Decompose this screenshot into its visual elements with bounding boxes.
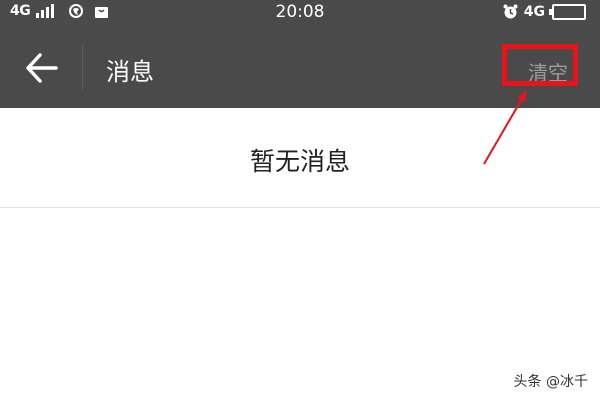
arrow-left-icon bbox=[26, 53, 58, 83]
annotation-highlight-box bbox=[502, 44, 578, 86]
nav-divider bbox=[82, 44, 83, 90]
network-type-right: 4G bbox=[523, 3, 545, 20]
status-right: 4G bbox=[502, 3, 586, 20]
content-divider bbox=[0, 207, 600, 208]
watermark: 头条 @冰千 bbox=[513, 374, 588, 390]
empty-message: 暂无消息 bbox=[249, 147, 350, 176]
status-bar: 4G 20:08 4G bbox=[0, 0, 600, 26]
alarm-icon bbox=[503, 4, 518, 19]
battery-icon bbox=[549, 3, 586, 20]
back-button[interactable] bbox=[22, 51, 62, 85]
page-title: 消息 bbox=[106, 58, 154, 86]
